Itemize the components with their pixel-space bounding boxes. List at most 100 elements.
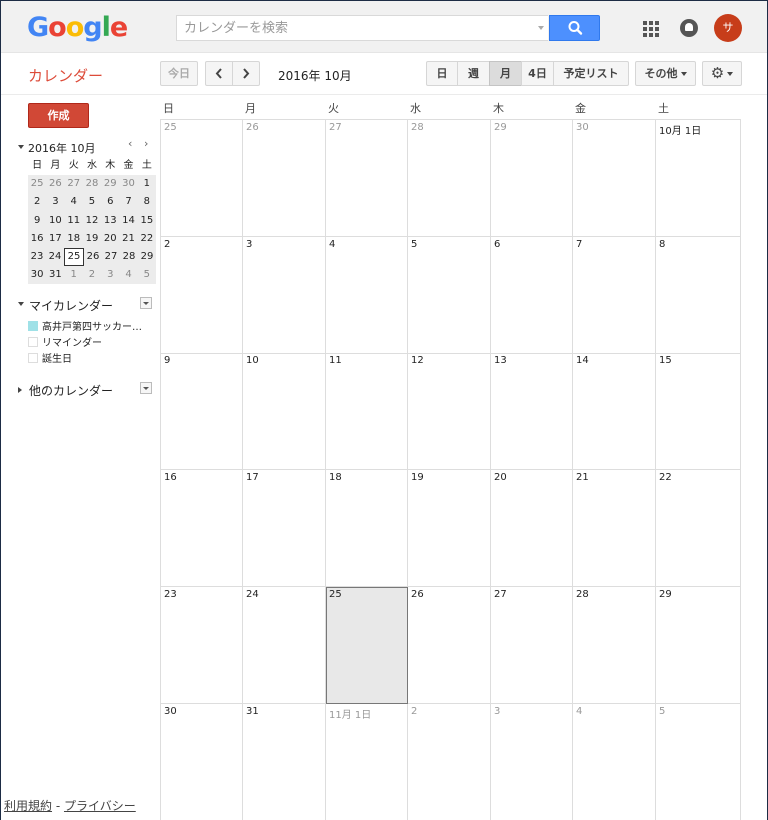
terms-link[interactable]: 利用規約 xyxy=(4,799,52,813)
month-day-number[interactable]: 24 xyxy=(246,589,259,600)
month-day-number[interactable]: 23 xyxy=(164,589,177,600)
view-agenda-button[interactable]: 予定リスト xyxy=(553,61,629,86)
search-input[interactable] xyxy=(177,16,532,40)
mini-calendar-day[interactable]: 30 xyxy=(119,175,137,193)
my-calendars-title[interactable]: マイカレンダー xyxy=(29,297,113,314)
month-day-cell[interactable]: 30 xyxy=(161,704,243,820)
month-day-cell[interactable]: 2 xyxy=(408,704,491,820)
month-day-cell[interactable]: 6 xyxy=(491,237,573,354)
month-day-number[interactable]: 10 xyxy=(246,355,259,366)
month-day-number[interactable]: 26 xyxy=(411,589,424,600)
google-logo[interactable]: Google xyxy=(27,12,128,43)
month-day-number[interactable]: 25 xyxy=(164,122,177,133)
privacy-link[interactable]: プライバシー xyxy=(64,799,136,813)
mini-calendar-day[interactable]: 2 xyxy=(83,266,101,284)
month-day-cell[interactable]: 14 xyxy=(573,353,656,470)
mini-calendar-day[interactable]: 31 xyxy=(46,266,64,284)
month-day-number[interactable]: 28 xyxy=(411,122,424,133)
month-day-number[interactable]: 4 xyxy=(576,706,582,717)
view-month-button[interactable]: 月 xyxy=(489,61,522,86)
month-day-cell[interactable]: 31 xyxy=(243,704,326,820)
mini-calendar-day[interactable]: 26 xyxy=(84,248,102,266)
apps-grid-icon[interactable] xyxy=(641,19,659,37)
month-day-cell[interactable]: 5 xyxy=(408,237,491,354)
view-4day-button[interactable]: 4日 xyxy=(521,61,554,86)
settings-button[interactable]: ⚙ xyxy=(702,61,742,86)
month-day-cell[interactable]: 15 xyxy=(656,353,741,470)
month-day-number[interactable]: 9 xyxy=(164,355,170,366)
create-event-button[interactable]: 作成 xyxy=(28,103,89,128)
mini-calendar-day[interactable]: 6 xyxy=(101,193,119,211)
mini-calendar-day[interactable]: 11 xyxy=(65,212,83,230)
month-day-number[interactable]: 3 xyxy=(494,706,500,717)
mini-calendar-day[interactable]: 1 xyxy=(138,175,156,193)
month-day-number[interactable]: 12 xyxy=(411,355,424,366)
mini-calendar-day[interactable]: 3 xyxy=(101,266,119,284)
mini-calendar-day[interactable]: 4 xyxy=(65,193,83,211)
collapse-triangle-icon[interactable] xyxy=(18,302,24,306)
my-calendars-header[interactable]: マイカレンダー xyxy=(18,296,156,314)
mini-calendar-day[interactable]: 27 xyxy=(65,175,83,193)
mini-prev-month-icon[interactable]: ‹ xyxy=(128,137,132,150)
month-day-cell[interactable]: 27 xyxy=(491,587,573,704)
month-day-number[interactable]: 13 xyxy=(494,355,507,366)
month-day-number[interactable]: 26 xyxy=(246,122,259,133)
mini-calendar-day[interactable]: 5 xyxy=(83,193,101,211)
calendar-color-swatch[interactable] xyxy=(28,321,38,331)
mini-calendar-day[interactable]: 27 xyxy=(102,248,120,266)
month-day-cell[interactable]: 11月 1日 xyxy=(326,704,408,820)
month-day-cell[interactable]: 25 xyxy=(161,120,243,237)
mini-calendar-day[interactable]: 12 xyxy=(83,212,101,230)
my-calendars-menu-icon[interactable] xyxy=(140,297,152,309)
month-day-cell[interactable]: 27 xyxy=(326,120,408,237)
month-day-cell[interactable]: 23 xyxy=(161,587,243,704)
month-day-number[interactable]: 3 xyxy=(246,239,252,250)
month-day-number[interactable]: 27 xyxy=(494,589,507,600)
month-day-number[interactable]: 21 xyxy=(576,472,589,483)
month-day-cell[interactable]: 8 xyxy=(656,237,741,354)
month-day-number[interactable]: 10月 1日 xyxy=(659,122,701,137)
mini-calendar-day[interactable]: 9 xyxy=(28,212,46,230)
next-period-button[interactable] xyxy=(232,61,260,86)
search-options-chevron-icon[interactable] xyxy=(538,26,544,30)
calendar-list-item[interactable]: 誕生日 xyxy=(28,350,72,366)
mini-calendar-day[interactable]: 22 xyxy=(138,230,156,248)
month-day-cell[interactable]: 17 xyxy=(243,470,326,587)
month-day-number[interactable]: 30 xyxy=(164,706,177,717)
month-day-cell[interactable]: 26 xyxy=(408,587,491,704)
month-day-cell[interactable]: 3 xyxy=(491,704,573,820)
mini-calendar-day[interactable]: 28 xyxy=(83,175,101,193)
mini-calendar-day[interactable]: 21 xyxy=(119,230,137,248)
month-day-number[interactable]: 29 xyxy=(494,122,507,133)
month-day-number[interactable]: 2 xyxy=(164,239,170,250)
mini-calendar-day[interactable]: 18 xyxy=(65,230,83,248)
month-day-cell[interactable]: 7 xyxy=(573,237,656,354)
mini-calendar-day[interactable]: 15 xyxy=(138,212,156,230)
mini-calendar-day[interactable]: 16 xyxy=(28,230,46,248)
month-day-cell[interactable]: 11 xyxy=(326,353,408,470)
collapse-triangle-icon[interactable] xyxy=(18,145,24,149)
month-day-cell[interactable]: 28 xyxy=(573,587,656,704)
mini-calendar-day[interactable]: 29 xyxy=(101,175,119,193)
mini-calendar-day[interactable]: 8 xyxy=(138,193,156,211)
mini-calendar-day[interactable]: 19 xyxy=(83,230,101,248)
month-day-number[interactable]: 4 xyxy=(329,239,335,250)
calendar-list-item[interactable]: リマインダー xyxy=(28,334,102,350)
mini-calendar-day[interactable]: 28 xyxy=(120,248,138,266)
mini-calendar-day[interactable]: 20 xyxy=(101,230,119,248)
view-week-button[interactable]: 週 xyxy=(457,61,490,86)
month-day-cell[interactable]: 29 xyxy=(656,587,741,704)
mini-calendar-day[interactable]: 23 xyxy=(28,248,46,266)
month-day-cell[interactable]: 3 xyxy=(243,237,326,354)
month-day-cell[interactable]: 4 xyxy=(573,704,656,820)
mini-calendar-day[interactable]: 30 xyxy=(28,266,46,284)
mini-calendar-day[interactable]: 24 xyxy=(46,248,64,266)
search-button[interactable] xyxy=(549,15,600,41)
month-day-number[interactable]: 25 xyxy=(329,589,342,600)
month-day-cell[interactable]: 30 xyxy=(573,120,656,237)
month-day-number[interactable]: 11月 1日 xyxy=(329,706,371,721)
mini-calendar-day[interactable]: 5 xyxy=(138,266,156,284)
other-calendars-title[interactable]: 他のカレンダー xyxy=(29,382,113,399)
app-title[interactable]: カレンダー xyxy=(28,65,103,86)
month-day-cell[interactable]: 9 xyxy=(161,353,243,470)
